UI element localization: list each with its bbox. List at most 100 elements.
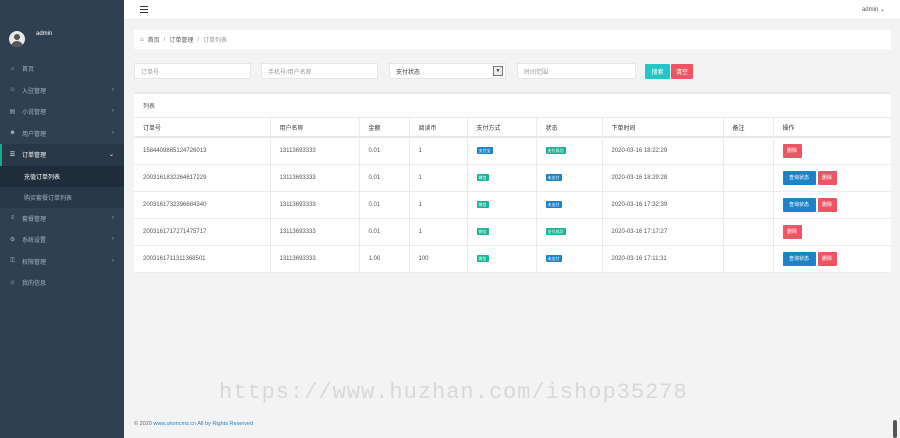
sidebar-item[interactable]: ☻ 用户管理 › [0,123,124,145]
orders-panel: 列表 订单号 用户名称 金额 阅读币 支付方式 状态 下单时间 备注 操作 1584409865… [134,92,891,273]
query-status-button[interactable]: 查询状态 [782,197,816,212]
column-header: 订单号 [134,118,271,138]
pay-method-badge: 微信 [476,201,489,208]
profile-name[interactable]: admin [36,31,52,37]
sidebar-item[interactable]: ⚿ 权限管理 › [0,251,124,273]
key-icon: ⚿ [10,257,15,264]
table-row: 1584409865124726013 13113693333 0.01 1 支付宝 支付… [134,137,891,165]
column-header: 阅读币 [409,118,468,138]
panel-title: 列表 [134,94,891,118]
status-badge: 未支付 [545,255,562,262]
sidebar-item[interactable]: ⚙ 系统设置 › [0,229,124,251]
delete-button[interactable]: 删除 [782,224,802,239]
cell-order-no: 1584409865124726013 [134,137,271,165]
column-header: 用户名称 [270,118,360,138]
sidebar-item[interactable]: ▤ 小说管理 › [0,101,124,123]
cell-user: 13113693333 [270,218,360,246]
table-header-row: 订单号 用户名称 金额 阅读币 支付方式 状态 下单时间 备注 操作 [134,118,891,138]
watermark-text: https://www.huzhan.com/ishop35278 [219,380,688,405]
cell-order-no: 2003161832264617229 [134,164,271,192]
footer-site-link[interactable]: www.unoncms.cn [153,421,196,427]
sidebar-item[interactable]: ≡ 套餐管理 › [0,208,124,230]
delete-button[interactable]: 删除 [817,251,837,266]
pay-status-select[interactable]: 支付状态 ▼ [389,63,506,79]
cell-coins: 1 [409,218,468,246]
sidebar-item-label: 小说管理 [22,110,47,117]
order-number-input[interactable]: 订单号 [134,63,251,79]
sidebar-subitem[interactable]: 充值订单列表 [0,165,124,187]
scrollbar[interactable] [893,420,897,438]
layers-icon: ≡ [10,215,15,222]
cell-actions: 查询状态 删除 [773,164,891,192]
pay-method-badge: 微信 [476,174,489,181]
sidebar-item[interactable]: ☰ 订单管理 ⌄ [0,144,124,166]
breadcrumb-home[interactable]: 首页 [148,35,160,44]
sidebar-submenu: 充值订单列表 购买套餐订单列表 [0,165,124,208]
cell-time: 2020-03-16 18:22:29 [602,137,724,165]
clear-button[interactable]: 清空 [671,64,693,79]
cell-amount: 1.00 [359,245,410,273]
home-icon: ⌂ [10,65,15,72]
table-row: 2003161732396684340 13113693333 0.01 1 微信 未支付… [134,191,891,219]
user-icon: ☺ [9,87,16,94]
book-icon: ▤ [9,109,16,116]
cell-actions: 查询状态 删除 [773,245,891,273]
chevron-right-icon: › [112,108,114,114]
cell-actions: 查询状态 删除 [773,191,891,219]
cell-note [723,137,774,165]
chevron-right-icon: › [112,129,114,136]
column-header: 操作 [773,118,891,138]
admin-dropdown[interactable]: admin ⌄ [862,6,885,13]
footer-copyright: © 2020 [134,421,152,427]
search-button[interactable]: 搜索 [645,64,670,79]
sidebar-item[interactable]: ☺ 入驻管理 › [0,80,124,102]
chevron-right-icon: › [112,214,114,221]
cell-status: 未支付 [536,245,603,273]
cell-time: 2020-03-16 17:11:31 [602,245,724,273]
chevron-down-icon: ▼ [493,66,503,76]
cell-note [723,164,774,192]
cell-pay-method: 微信 [467,218,537,246]
sidebar-item[interactable]: ☺ 我的信息 [0,272,124,294]
avatar[interactable] [9,31,25,47]
footer-rights: All by Rights Reserved [197,421,254,427]
menu-toggle-icon[interactable] [140,6,148,13]
user-search-input[interactable]: 手机号/用户名称 [261,63,378,79]
query-status-button[interactable]: 查询状态 [782,170,816,185]
breadcrumb-current: 订单列表 [203,38,228,44]
status-badge: 未支付 [545,201,562,208]
cell-time: 2020-03-16 17:32:39 [602,191,724,219]
date-range-input[interactable]: 时间范围 [517,63,636,79]
chevron-right-icon: › [112,257,114,264]
pay-status-value: 支付状态 [396,69,421,76]
cell-coins: 100 [409,245,468,273]
sidebar-item-label: 用户管理 [22,131,47,138]
cell-order-no: 2003161732396684340 [134,191,271,219]
status-badge: 未支付 [545,174,562,181]
query-status-button[interactable]: 查询状态 [782,251,816,266]
cell-note [723,191,774,219]
gear-icon: ⚙ [9,237,16,244]
sidebar-item-label: 权限管理 [22,259,47,266]
pay-method-badge: 支付宝 [476,147,493,155]
orders-table: 订单号 用户名称 金额 阅读币 支付方式 状态 下单时间 备注 操作 1584409865124… [134,118,891,273]
home-icon: ⌂ [140,36,144,43]
delete-button[interactable]: 删除 [782,143,802,158]
breadcrumb-parent[interactable]: 订单管理 [169,35,193,44]
column-header: 下单时间 [602,118,724,138]
cell-time: 2020-03-16 17:17:27 [602,218,724,246]
column-header: 支付方式 [467,118,537,138]
sidebar-item[interactable]: ⌂ 首页 [0,58,124,80]
pay-method-badge: 微信 [476,228,489,235]
chevron-down-icon: ⌄ [108,152,114,158]
users-icon: ☻ [9,130,16,137]
delete-button[interactable]: 删除 [817,197,837,212]
delete-button[interactable]: 删除 [817,170,837,185]
sidebar-item-label: 首页 [22,67,35,74]
cell-user: 13113693333 [270,137,360,165]
column-header: 状态 [536,118,603,138]
cell-note [723,218,774,246]
cell-actions: 删除 [773,218,891,246]
sidebar-subitem[interactable]: 购买套餐订单列表 [0,187,124,208]
cell-user: 13113693333 [270,245,360,273]
